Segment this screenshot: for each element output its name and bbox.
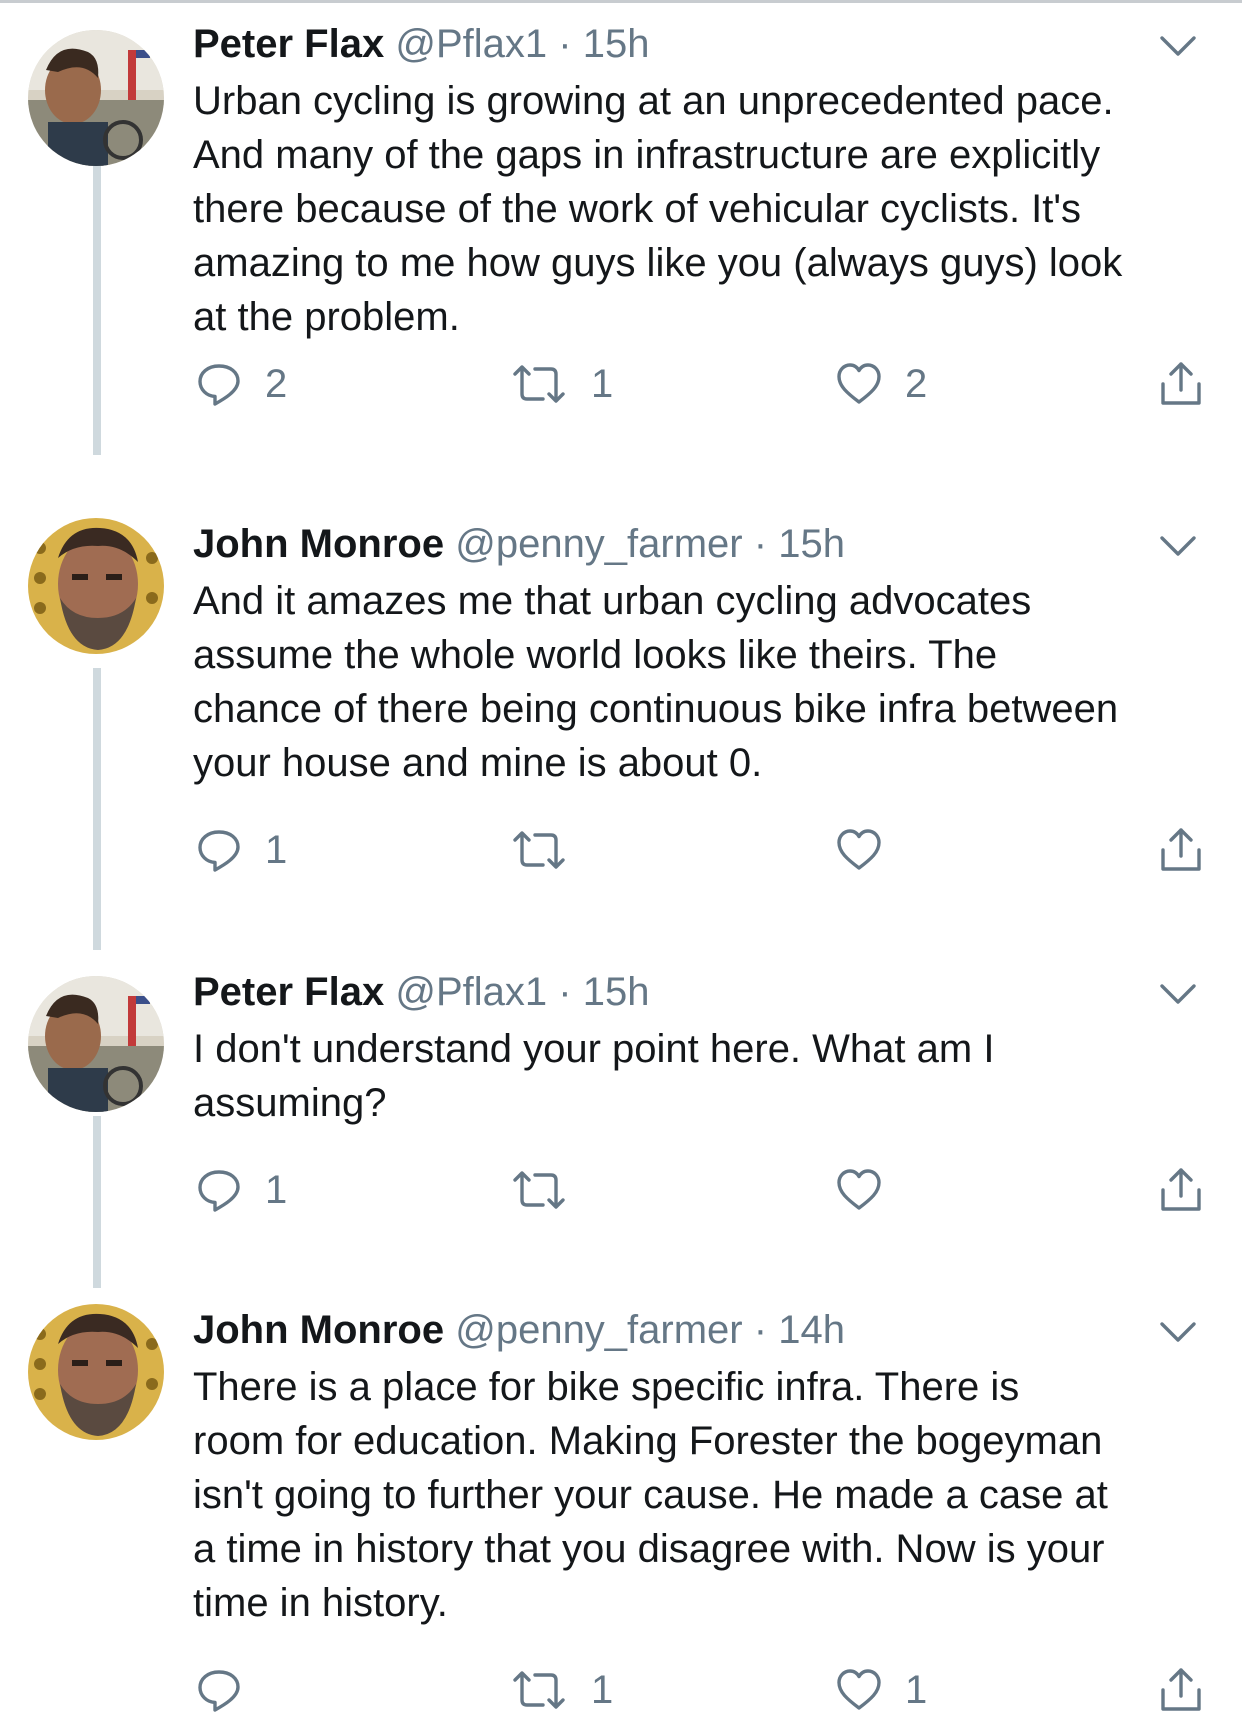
like-button[interactable]: 2 bbox=[835, 356, 927, 412]
reply-icon bbox=[195, 1666, 243, 1714]
chevron-down-icon[interactable] bbox=[1158, 30, 1198, 60]
share-button[interactable] bbox=[1157, 822, 1205, 878]
timestamp[interactable]: 15h bbox=[583, 970, 650, 1014]
author-name[interactable]: Peter Flax bbox=[193, 970, 384, 1014]
author-handle[interactable]: @Pflax1 bbox=[395, 22, 547, 66]
reply-icon bbox=[195, 360, 243, 408]
chevron-down-icon[interactable] bbox=[1158, 530, 1198, 560]
reply-count: 1 bbox=[265, 827, 288, 872]
heart-icon bbox=[835, 826, 883, 874]
peter-flax-avatar bbox=[28, 30, 164, 166]
chevron-down-icon[interactable] bbox=[1158, 978, 1198, 1008]
timestamp[interactable]: 15h bbox=[778, 522, 845, 566]
share-icon bbox=[1157, 1166, 1205, 1214]
like-button[interactable] bbox=[835, 822, 883, 878]
tweet-header: John Monroe @penny_farmer · 15h bbox=[193, 516, 845, 572]
thread-line bbox=[93, 1116, 101, 1288]
avatar[interactable] bbox=[28, 976, 164, 1112]
retweet-icon bbox=[509, 826, 569, 874]
like-count: 1 bbox=[905, 1667, 928, 1712]
tweet-text: And it amazes me that urban cycling advo… bbox=[193, 579, 1119, 785]
tweet-text: There is a place for bike specific infra… bbox=[193, 1365, 1108, 1625]
separator: · bbox=[753, 1308, 768, 1352]
tweet-actions: 1 bbox=[193, 1162, 1213, 1218]
like-button[interactable]: 1 bbox=[835, 1662, 927, 1718]
share-button[interactable] bbox=[1157, 1662, 1205, 1718]
share-button[interactable] bbox=[1157, 356, 1205, 412]
reply-button[interactable] bbox=[195, 1662, 243, 1718]
retweet-icon bbox=[509, 1166, 569, 1214]
peter-flax-avatar bbox=[28, 976, 164, 1112]
reply-button[interactable]: 1 bbox=[195, 1162, 287, 1218]
tweet-actions: 2 1 2 bbox=[193, 356, 1213, 412]
tweet-text: Urban cycling is growing at an unprecede… bbox=[193, 79, 1123, 339]
avatar[interactable] bbox=[28, 518, 164, 654]
author-handle[interactable]: @Pflax1 bbox=[395, 970, 547, 1014]
retweet-icon bbox=[509, 360, 569, 408]
john-monroe-avatar bbox=[28, 1304, 164, 1440]
avatar[interactable] bbox=[28, 30, 164, 166]
author-name[interactable]: John Monroe bbox=[193, 1308, 444, 1352]
retweet-count: 1 bbox=[591, 1667, 614, 1712]
tweet-text: I don't understand your point here. What… bbox=[193, 1027, 995, 1125]
like-count: 2 bbox=[905, 361, 928, 406]
author-handle[interactable]: @penny_farmer bbox=[455, 1308, 742, 1352]
retweet-button[interactable] bbox=[509, 822, 569, 878]
thread-line bbox=[93, 165, 101, 455]
john-monroe-avatar bbox=[28, 518, 164, 654]
tweet-header: John Monroe @penny_farmer · 14h bbox=[193, 1302, 845, 1358]
top-divider bbox=[0, 0, 1242, 3]
author-name[interactable]: John Monroe bbox=[193, 522, 444, 566]
retweet-button[interactable]: 1 bbox=[509, 1662, 613, 1718]
tweet-actions: 1 1 bbox=[193, 1662, 1213, 1718]
share-button[interactable] bbox=[1157, 1162, 1205, 1218]
retweet-count: 1 bbox=[591, 361, 614, 406]
retweet-icon bbox=[509, 1666, 569, 1714]
tweet-header: Peter Flax @Pflax1 · 15h bbox=[193, 16, 649, 72]
share-icon bbox=[1157, 826, 1205, 874]
separator: · bbox=[558, 22, 572, 66]
chevron-down-icon[interactable] bbox=[1158, 1316, 1198, 1346]
tweet-actions: 1 bbox=[193, 822, 1213, 878]
author-handle[interactable]: @penny_farmer bbox=[455, 522, 742, 566]
timestamp[interactable]: 15h bbox=[583, 22, 650, 66]
avatar[interactable] bbox=[28, 1304, 164, 1440]
thread-line bbox=[93, 668, 101, 950]
heart-icon bbox=[835, 1166, 883, 1214]
reply-icon bbox=[195, 1166, 243, 1214]
reply-button[interactable]: 2 bbox=[195, 356, 287, 412]
author-name[interactable]: Peter Flax bbox=[193, 22, 384, 66]
share-icon bbox=[1157, 1666, 1205, 1714]
share-icon bbox=[1157, 360, 1205, 408]
timestamp[interactable]: 14h bbox=[778, 1308, 845, 1352]
retweet-button[interactable] bbox=[509, 1162, 569, 1218]
tweet-header: Peter Flax @Pflax1 · 15h bbox=[193, 964, 649, 1020]
separator: · bbox=[558, 970, 572, 1014]
reply-button[interactable]: 1 bbox=[195, 822, 287, 878]
separator: · bbox=[753, 522, 768, 566]
heart-icon bbox=[835, 360, 883, 408]
reply-icon bbox=[195, 826, 243, 874]
reply-count: 2 bbox=[265, 361, 288, 406]
heart-icon bbox=[835, 1666, 883, 1714]
reply-count: 1 bbox=[265, 1167, 288, 1212]
retweet-button[interactable]: 1 bbox=[509, 356, 613, 412]
like-button[interactable] bbox=[835, 1162, 883, 1218]
